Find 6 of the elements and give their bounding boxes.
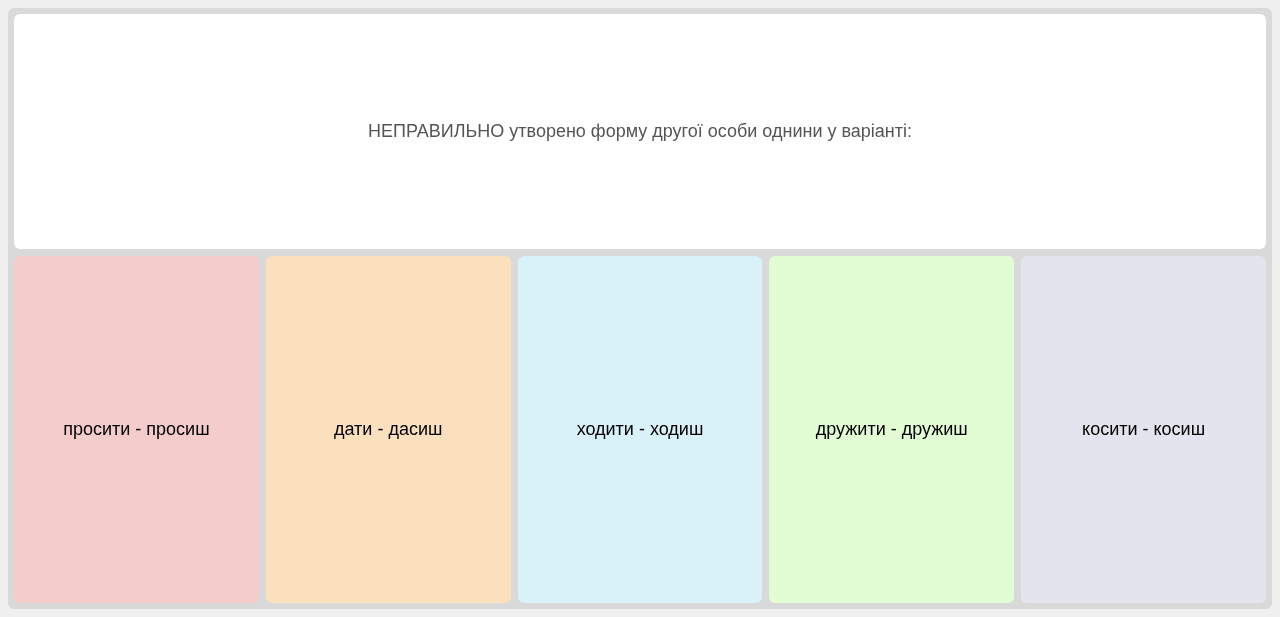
answer-option[interactable]: дати - дасиш (265, 256, 511, 603)
answer-option[interactable]: ходити - ходиш (517, 256, 763, 603)
answer-option[interactable]: косити - косиш (1021, 256, 1266, 603)
answer-option[interactable]: просити - просиш (14, 256, 259, 603)
question-text: НЕПРАВИЛЬНО утворено форму другої особи однини у варіанті: (367, 120, 913, 143)
answer-option[interactable]: дружити - дружиш (769, 256, 1015, 603)
